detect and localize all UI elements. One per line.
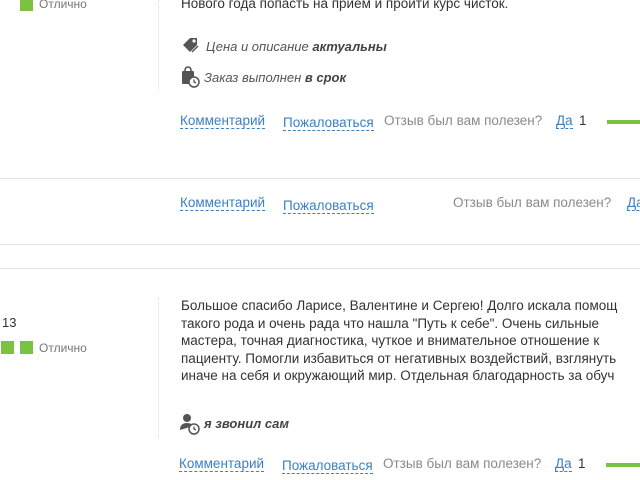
divider — [0, 178, 640, 179]
divider — [0, 268, 640, 269]
meta-price-value: актуальны — [312, 38, 387, 54]
comment-link[interactable]: Комментарий — [179, 456, 265, 472]
useful-bar — [607, 120, 640, 124]
complain-link[interactable]: Пожаловаться — [283, 198, 374, 214]
person-clock-icon — [178, 412, 204, 435]
meta-contact: я звонил сам — [178, 412, 289, 435]
useful-question: Отзыв был вам полезен? — [384, 113, 543, 128]
useful-question: Отзыв был вам полезен? — [453, 195, 612, 210]
review-text-line: мастера, точная диагностика, чуткое и вн… — [181, 333, 600, 348]
complain-link[interactable]: Пожаловаться — [282, 458, 373, 474]
comment-link[interactable]: Комментарий — [180, 195, 266, 211]
useful-question: Отзыв был вам полезен? — [383, 456, 542, 471]
column-divider — [158, 298, 159, 438]
useful-yes-link[interactable]: Да — [556, 113, 573, 129]
review-text-line: такого рода и очень рада что нашла "Путь… — [181, 315, 600, 331]
review-text: Нового года попасть на прием и пройти ку… — [181, 0, 509, 11]
bag-clock-icon — [178, 66, 204, 88]
meta-term: Заказ выполнен в срок — [178, 66, 346, 88]
review-text-line: Большое спасибо Ларисе, Валентине и Серг… — [181, 298, 618, 313]
meta-price-prefix: Цена и описание — [206, 38, 309, 54]
divider — [0, 244, 640, 245]
meta-term-value: в срок — [304, 69, 347, 85]
reviews-page: Отлично Нового года попасть на прием и п… — [0, 0, 640, 480]
rating-label: Отлично — [39, 341, 87, 355]
useful-bar — [606, 463, 640, 467]
review-date: 13 — [2, 315, 17, 330]
rating-square — [20, 0, 33, 11]
useful-yes-count: 1 — [579, 113, 587, 128]
comment-link[interactable]: Комментарий — [180, 113, 266, 129]
meta-contact-value: я звонил сам — [204, 415, 289, 431]
rating-square — [1, 341, 14, 354]
review-text: Большое спасибо Ларисе, Валентине и Серг… — [181, 297, 617, 385]
complain-link[interactable]: Пожаловаться — [283, 115, 374, 131]
review-text-line: иначе на себя и окружающий мир. Отдельна… — [181, 368, 615, 383]
rating-square — [20, 341, 33, 354]
useful-yes-count: 1 — [578, 456, 586, 471]
price-tag-icon — [180, 35, 206, 57]
meta-price: Цена и описание актуальны — [180, 35, 387, 57]
rating-label: Отлично — [39, 0, 87, 11]
review-text-line: пациенту. Помогли избавиться от негативн… — [181, 350, 617, 366]
useful-yes-link[interactable]: Да — [627, 195, 640, 211]
column-divider — [158, 0, 159, 92]
useful-yes-link[interactable]: Да — [555, 456, 572, 472]
meta-term-prefix: Заказ выполнен — [204, 69, 302, 85]
